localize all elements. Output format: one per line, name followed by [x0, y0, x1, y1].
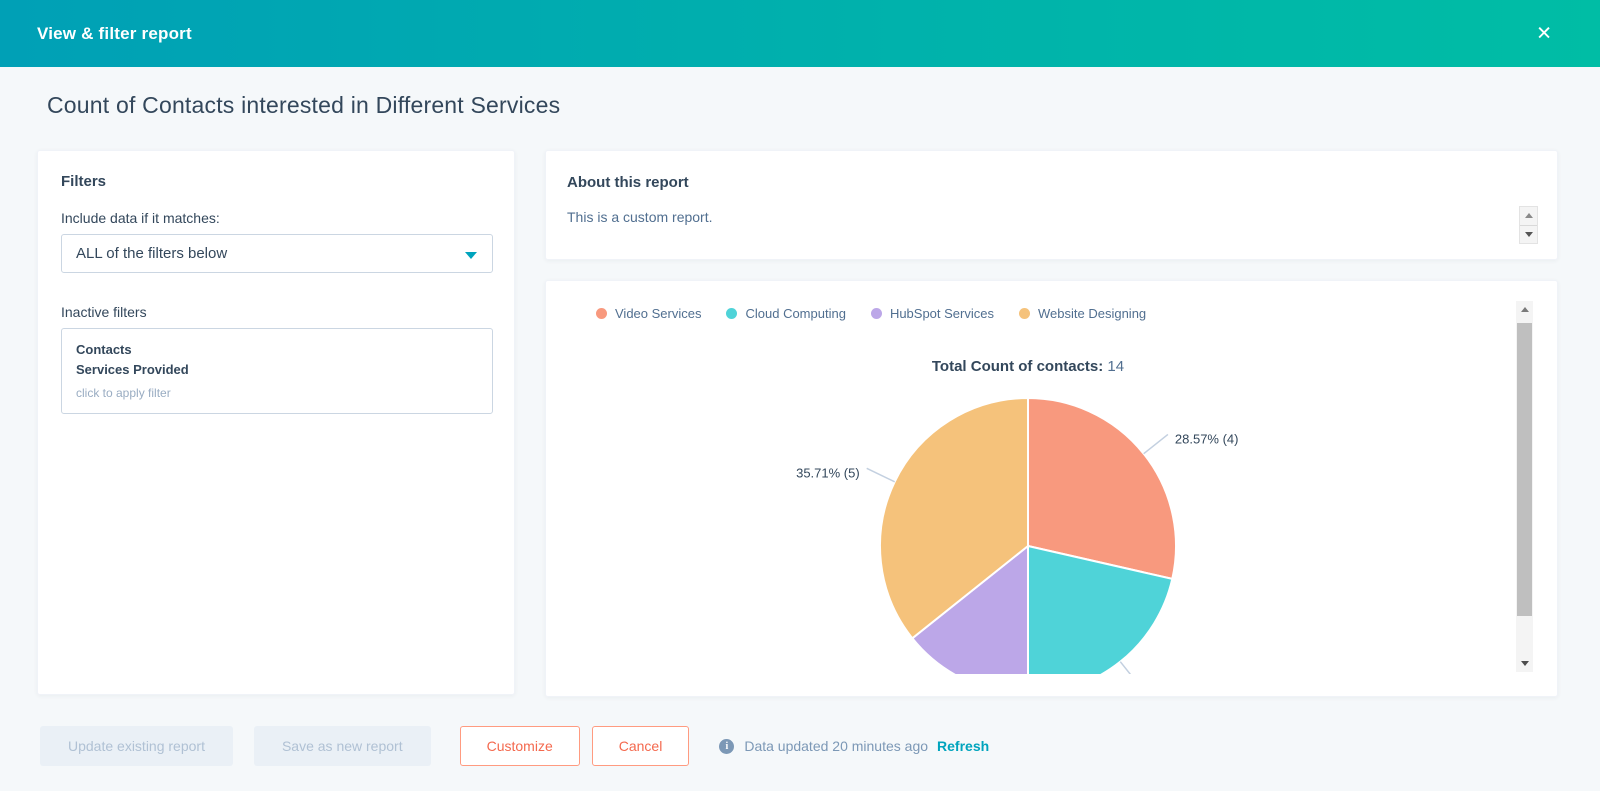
pie-data-label: 28.57% (4) — [1175, 431, 1239, 446]
info-icon[interactable]: i — [719, 738, 735, 754]
spinner-up-button[interactable] — [1520, 207, 1537, 226]
arrow-up-icon — [1520, 307, 1529, 312]
scrollbar-thumb[interactable] — [1517, 323, 1532, 616]
inactive-filters-label: Inactive filters — [61, 304, 147, 320]
match-condition-label: Include data if it matches: — [61, 210, 220, 226]
page-title: Count of Contacts interested in Differen… — [47, 92, 561, 118]
filters-panel: Filters Include data if it matches: ALL … — [37, 150, 515, 695]
pie-chart: 28.57% (4) 35.71% (5) — [796, 396, 1239, 674]
arrow-down-icon — [1520, 661, 1529, 666]
modal-title: View & filter report — [37, 23, 192, 43]
footer-actions: Update existing report Save as new repor… — [40, 726, 989, 766]
filters-heading: Filters — [61, 173, 107, 190]
update-existing-report-button[interactable]: Update existing report — [40, 726, 233, 766]
filter-match-dropdown[interactable]: ALL of the filters below — [61, 234, 493, 273]
about-description: This is a custom report. — [567, 209, 713, 225]
data-updated-status: Data updated 20 minutes ago — [744, 738, 929, 754]
customize-button[interactable]: Customize — [459, 726, 580, 766]
save-as-new-report-button[interactable]: Save as new report — [253, 726, 431, 766]
scrollbar-down-button[interactable] — [1516, 655, 1533, 672]
chart-panel: Video Services Cloud Computing HubSpot Ser… — [545, 280, 1558, 697]
arrow-down-icon — [1524, 231, 1533, 237]
description-scroll-spinner — [1519, 206, 1538, 244]
scrollbar-up-button[interactable] — [1516, 301, 1533, 318]
filter-object-label: Contacts — [76, 342, 132, 357]
inactive-filter-item[interactable]: Contacts Services Provided click to appl… — [61, 328, 493, 414]
pie-callout-line — [1143, 433, 1169, 455]
about-report-panel: About this report This is a custom repor… — [545, 150, 1558, 260]
pie-callout-line — [1119, 661, 1132, 674]
chevron-down-icon — [465, 252, 477, 259]
dropdown-selected-value: ALL of the filters below — [76, 245, 228, 262]
filter-property-label: Services Provided — [76, 362, 189, 378]
about-heading: About this report — [567, 174, 689, 191]
chart-scrollbar[interactable] — [1516, 301, 1533, 672]
pie-data-label: 35.71% (5) — [796, 465, 860, 480]
arrow-up-icon — [1524, 213, 1533, 219]
pie-callout-line — [866, 467, 896, 483]
cancel-button[interactable]: Cancel — [591, 726, 690, 766]
spinner-down-button[interactable] — [1520, 226, 1537, 244]
modal-header: View & filter report ✕ — [0, 0, 1600, 67]
refresh-link[interactable]: Refresh — [937, 738, 989, 754]
filter-apply-hint: click to apply filter — [76, 386, 171, 401]
close-icon[interactable]: ✕ — [1536, 24, 1552, 43]
